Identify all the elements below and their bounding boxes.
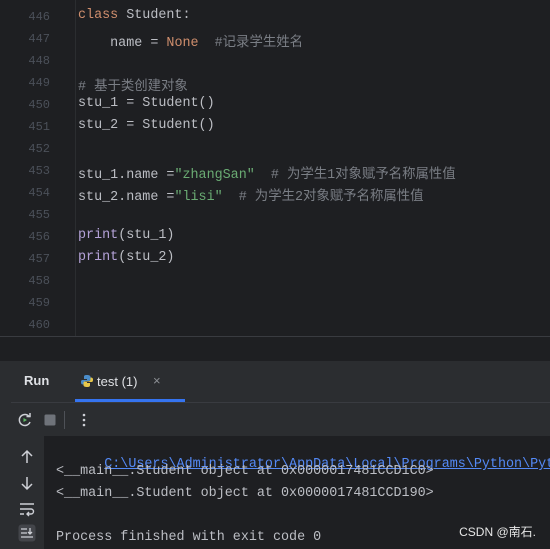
tab-test-1[interactable]: test (1) ×	[75, 361, 185, 402]
line-number: 455	[28, 208, 50, 222]
tab-label: test (1)	[97, 374, 138, 389]
console-side-toolbar	[11, 436, 44, 549]
code-line[interactable]: class Student:	[78, 8, 191, 23]
code-line[interactable]: # 基于类创建对象	[78, 74, 188, 95]
line-number: 451	[28, 120, 50, 134]
run-toolbar	[11, 402, 550, 437]
stop-icon[interactable]	[41, 411, 59, 429]
panel-splitter[interactable]	[0, 336, 550, 361]
rerun-icon[interactable]	[16, 411, 34, 429]
line-number: 453	[28, 164, 50, 178]
code-token: None	[166, 36, 199, 51]
run-header: Run test (1) ×	[11, 361, 550, 402]
line-number: 459	[28, 296, 50, 310]
code-token: # 为学生1对象赋予名称属性值	[254, 168, 456, 183]
code-token: #记录学生姓名	[198, 36, 304, 51]
line-number: 456	[28, 230, 50, 244]
line-number: 457	[28, 252, 50, 266]
python-icon	[81, 375, 93, 387]
line-number: 449	[28, 76, 50, 90]
code-token: print	[78, 250, 119, 265]
line-number-gutter: 446 447 448 449 450 451 452 453 454 455 456 457 458 4…	[0, 0, 62, 336]
line-number: 450	[28, 98, 50, 112]
line-number: 447	[28, 32, 50, 46]
code-token: stu_2 = Student()	[78, 118, 215, 133]
line-number: 458	[28, 274, 50, 288]
code-token: print	[78, 228, 119, 243]
toolbar-divider	[64, 411, 65, 429]
arrow-up-icon[interactable]	[18, 448, 36, 466]
code-token: "lisi"	[174, 190, 223, 205]
fold-guide	[75, 0, 76, 336]
soft-wrap-icon[interactable]	[18, 500, 36, 518]
console-output-line: <__main__.Student object at 0x0000017481…	[56, 486, 434, 501]
arrow-down-icon[interactable]	[18, 474, 36, 492]
line-number: 446	[28, 10, 50, 24]
close-icon[interactable]: ×	[153, 373, 161, 388]
watermark: CSDN @南石.	[459, 525, 536, 539]
run-title: Run	[24, 373, 50, 388]
code-line[interactable]: stu_1.name ="zhangSan" # 为学生1对象赋予名称属性值	[78, 162, 456, 183]
code-line[interactable]: print(stu_1)	[78, 228, 174, 243]
code-token: class	[78, 8, 127, 23]
line-number: 460	[28, 318, 50, 332]
code-token: # 基于类创建对象	[78, 80, 188, 95]
code-line[interactable]: stu_2 = Student()	[78, 118, 215, 133]
code-line[interactable]: print(stu_2)	[78, 250, 174, 265]
scroll-to-end-icon[interactable]	[18, 524, 36, 542]
code-token: stu_1 = Student()	[78, 96, 215, 111]
line-number: 452	[28, 142, 50, 156]
run-tool-window: Run test (1) × C:\Users\Administrator\Ap…	[11, 361, 550, 549]
more-options-icon[interactable]	[75, 411, 93, 429]
console-output-line: <__main__.Student object at 0x0000017481…	[56, 464, 434, 479]
console-exit-line: Process finished with exit code 0	[56, 530, 322, 545]
code-token: (stu_1)	[118, 228, 175, 243]
code-line[interactable]: stu_2.name ="lisi" # 为学生2对象赋予名称属性值	[78, 184, 424, 205]
code-token: Student:	[126, 8, 191, 23]
code-line[interactable]: stu_1 = Student()	[78, 96, 215, 111]
code-token: name =	[78, 36, 167, 51]
code-line[interactable]: name = None #记录学生姓名	[78, 30, 303, 51]
code-token: "zhangSan"	[174, 168, 255, 183]
line-number: 448	[28, 54, 50, 68]
code-token: # 为学生2对象赋予名称属性值	[222, 190, 424, 205]
code-token: stu_1.name =	[78, 168, 175, 183]
line-number: 454	[28, 186, 50, 200]
code-editor[interactable]: 446 447 448 449 450 451 452 453 454 455 456 457 458 4…	[0, 0, 550, 336]
code-token: (stu_2)	[118, 250, 175, 265]
code-token: stu_2.name =	[78, 190, 175, 205]
